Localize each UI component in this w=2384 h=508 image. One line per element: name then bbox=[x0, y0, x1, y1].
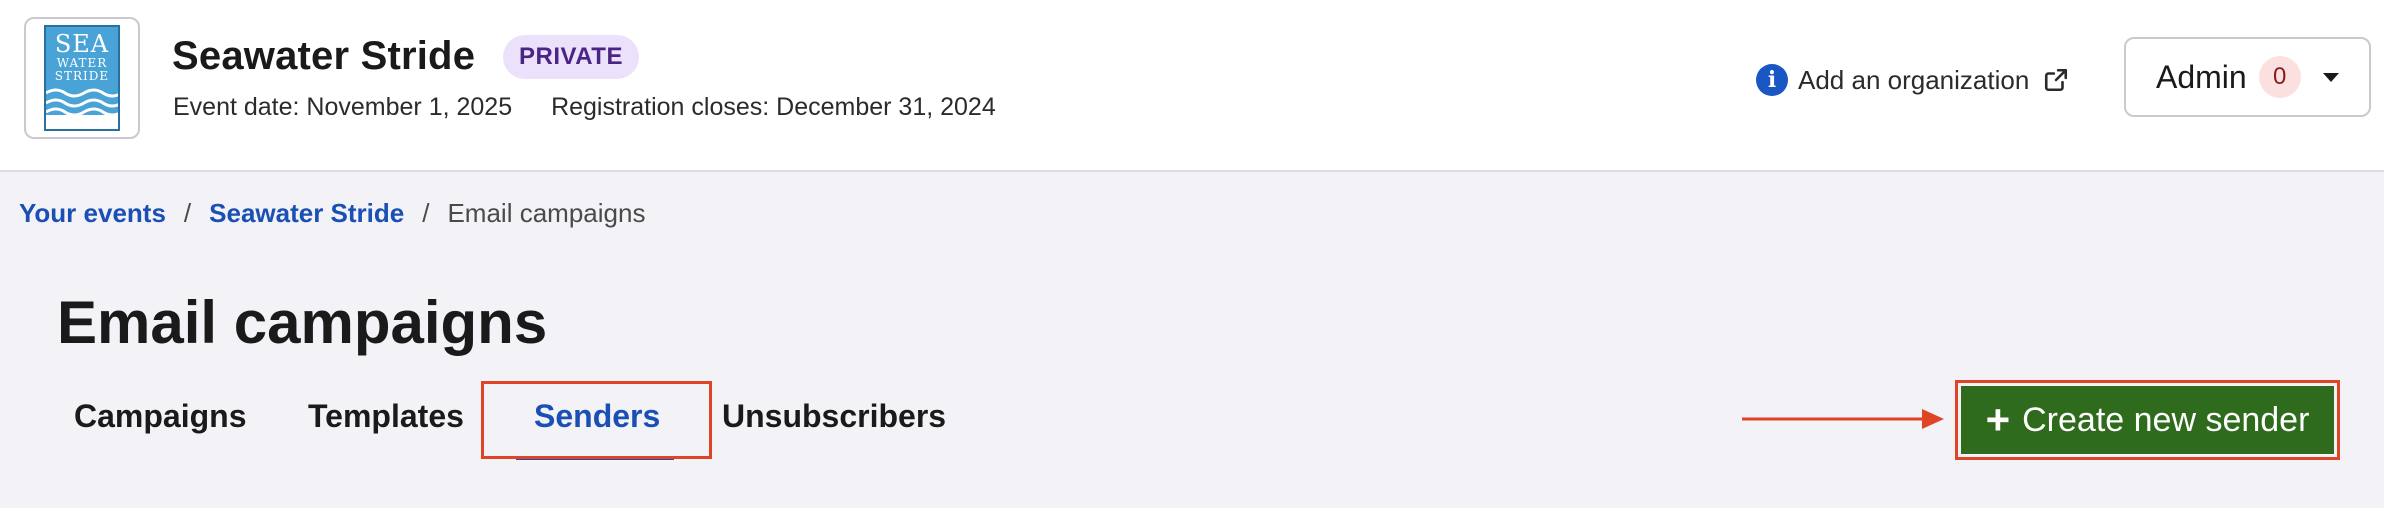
breadcrumb-separator: / bbox=[183, 198, 192, 228]
external-link-icon bbox=[2045, 68, 2068, 92]
event-logo: SEA WATER STRIDE bbox=[24, 17, 140, 139]
privacy-badge: PRIVATE bbox=[503, 35, 639, 79]
add-organization-label: Add an organization bbox=[1798, 64, 2030, 95]
plus-icon: + bbox=[1985, 396, 2011, 443]
logo-footer bbox=[46, 115, 118, 129]
caret-down-icon bbox=[2322, 72, 2339, 82]
breadcrumb: Your events / Seawater Stride / Email ca… bbox=[19, 198, 645, 229]
create-new-sender-label: Create new sender bbox=[2022, 400, 2310, 439]
admin-label: Admin bbox=[2156, 58, 2247, 95]
logo-text-sea: SEA bbox=[54, 30, 110, 58]
logo-waves bbox=[46, 88, 118, 115]
create-sender-highlight-box: + Create new sender bbox=[1955, 380, 2340, 460]
tab-unsubscribers[interactable]: Unsubscribers bbox=[722, 386, 946, 456]
breadcrumb-separator: / bbox=[422, 198, 430, 228]
tab-senders[interactable]: Senders bbox=[534, 386, 660, 456]
logo-text-stride: STRIDE bbox=[54, 69, 110, 83]
event-title: Seawater Stride bbox=[172, 34, 476, 78]
create-new-sender-button[interactable]: + Create new sender bbox=[1961, 386, 2334, 454]
breadcrumb-your-events[interactable]: Your events bbox=[19, 198, 166, 229]
admin-menu-button[interactable]: Admin 0 bbox=[2124, 37, 2371, 117]
info-icon: i bbox=[1756, 64, 1788, 96]
notification-count-badge: 0 bbox=[2258, 56, 2301, 98]
page-title: Email campaigns bbox=[57, 289, 548, 356]
event-date: Event date: November 1, 2025 bbox=[173, 93, 513, 121]
registration-closes: Registration closes: December 31, 2024 bbox=[551, 93, 996, 121]
tab-campaigns[interactable]: Campaigns bbox=[74, 386, 246, 456]
event-meta: Event date: November 1, 2025 Registratio… bbox=[173, 93, 996, 122]
event-header: SEA WATER STRIDE Seawater Stride PRIVATE… bbox=[0, 0, 2384, 172]
breadcrumb-current: Email campaigns bbox=[447, 198, 646, 228]
active-tab-indicator bbox=[516, 456, 674, 460]
logo-image: SEA WATER STRIDE bbox=[44, 25, 120, 131]
tab-templates[interactable]: Templates bbox=[308, 386, 464, 456]
breadcrumb-event[interactable]: Seawater Stride bbox=[209, 198, 404, 229]
arrow-right-icon bbox=[1742, 409, 1944, 429]
add-organization-link[interactable]: i Add an organization bbox=[1756, 62, 2069, 98]
